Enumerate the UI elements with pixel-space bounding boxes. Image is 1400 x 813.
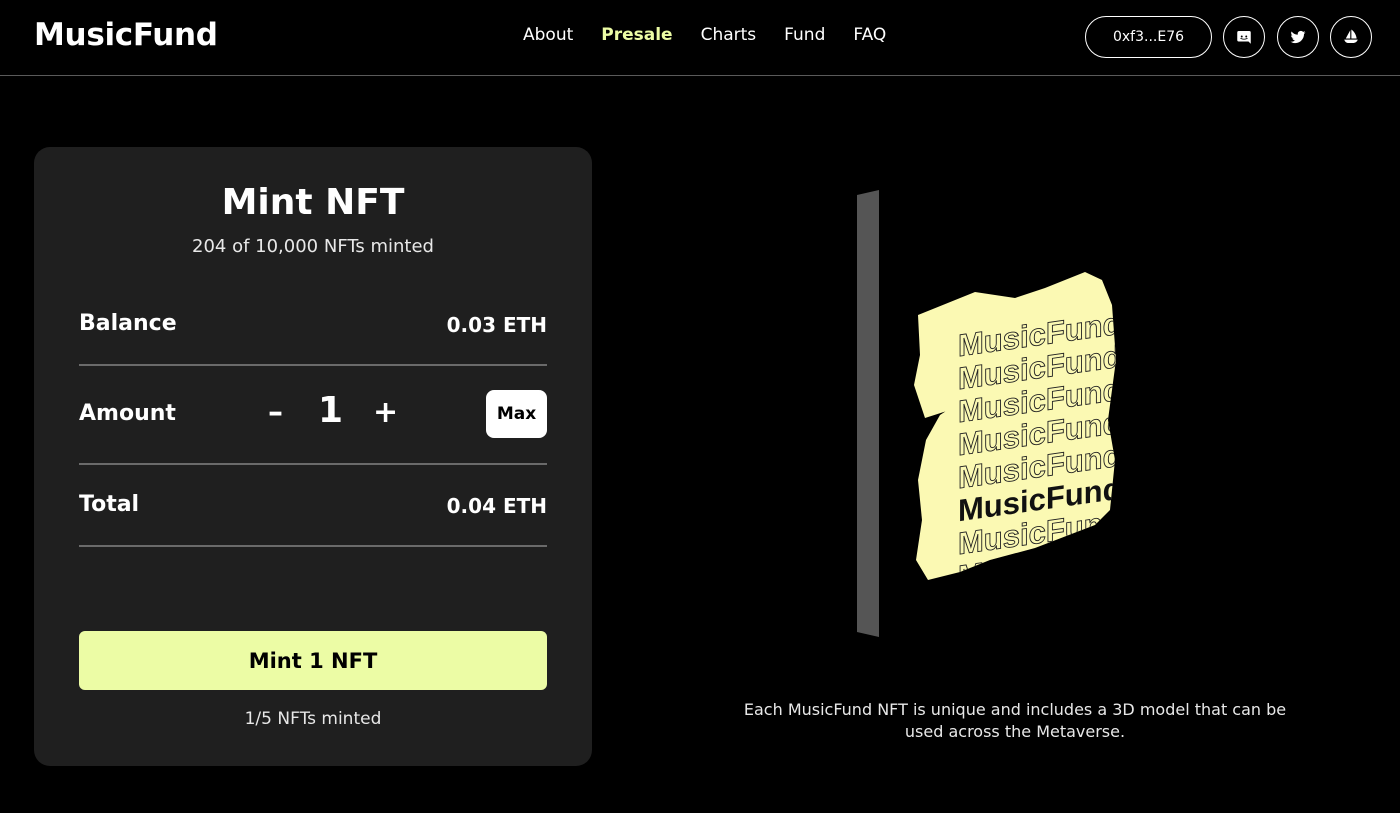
balance-label: Balance: [79, 311, 177, 336]
amount-label: Amount: [79, 401, 176, 426]
nav-presale[interactable]: Presale: [601, 25, 672, 45]
logo[interactable]: MusicFund: [34, 17, 218, 53]
mint-button[interactable]: Mint 1 NFT: [79, 631, 547, 690]
user-mint-count: 1/5 NFTs minted: [244, 709, 382, 729]
artwork-page: MusicFund MusicFund MusicFund MusicFund …: [914, 272, 1116, 580]
divider: [79, 545, 547, 547]
main-nav: About Presale Charts Fund FAQ: [523, 25, 914, 45]
divider: [79, 364, 547, 366]
divider: [79, 463, 547, 465]
nav-charts[interactable]: Charts: [701, 25, 757, 45]
opensea-icon: [1344, 29, 1358, 43]
panel-edge: [857, 190, 879, 637]
discord-icon: [1237, 31, 1251, 44]
twitter-icon: [1290, 30, 1306, 44]
total-value: 0.04 ETH: [446, 494, 547, 518]
decrease-amount-button[interactable]: –: [268, 398, 283, 428]
twitter-button[interactable]: [1277, 16, 1319, 58]
nft-description: Each MusicFund NFT is unique and include…: [743, 700, 1287, 741]
mint-title: Mint NFT: [221, 182, 405, 223]
header: MusicFund About Presale Charts Fund FAQ …: [0, 0, 1400, 76]
wallet-address-button[interactable]: 0xf3...E76: [1085, 16, 1212, 58]
discord-button[interactable]: [1223, 16, 1265, 58]
total-label: Total: [79, 492, 140, 517]
increase-amount-button[interactable]: +: [373, 398, 398, 428]
nav-fund[interactable]: Fund: [784, 25, 825, 45]
max-button[interactable]: Max: [486, 390, 547, 438]
nav-faq[interactable]: FAQ: [853, 25, 886, 45]
opensea-button[interactable]: [1330, 16, 1372, 58]
amount-value: 1: [318, 390, 344, 431]
balance-value: 0.03 ETH: [446, 313, 547, 337]
nft-artwork: MusicFund MusicFund MusicFund MusicFund …: [857, 190, 1116, 637]
nav-about[interactable]: About: [523, 25, 573, 45]
minted-supply: 204 of 10,000 NFTs minted: [192, 236, 434, 257]
